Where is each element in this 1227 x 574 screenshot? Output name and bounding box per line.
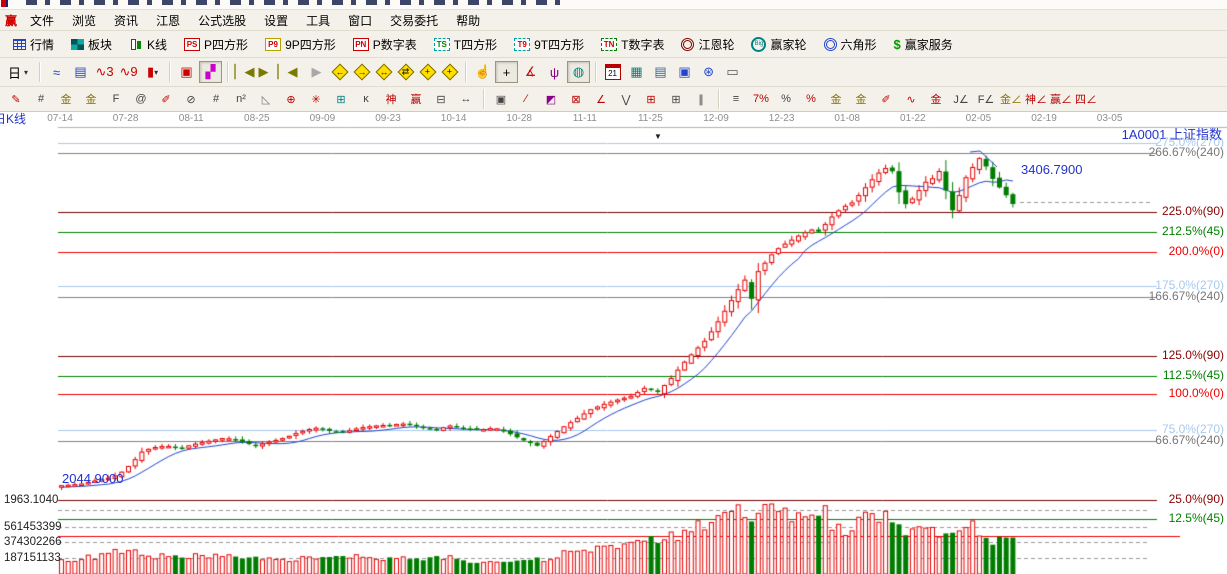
date-tick: 03-05 [1097,113,1123,124]
date-tick: 11-25 [638,113,663,124]
gann-level-label: 125.0%(90) [1162,349,1224,362]
date-tick: 01-22 [900,113,926,124]
gann-level-label: 200.0%(0) [1169,245,1224,258]
scale-value-label: 1963.1040 [4,494,58,507]
scale-value-label: 561453399 [4,521,62,534]
top-marker-icon: ▼ [654,133,662,142]
date-tick: 07-28 [113,113,139,124]
high-price-annotation: 3406.7900 [1021,163,1082,177]
date-tick: 10-28 [506,113,532,124]
gann-level-label: 112.5%(45) [1163,369,1224,382]
scale-value-label: 374302266 [4,536,62,549]
date-tick: 12-09 [703,113,729,124]
date-tick: 08-25 [244,113,270,124]
date-tick: 11-11 [573,113,597,124]
date-tick: 07-14 [47,113,73,124]
gann-level-label: 166.67%(240) [1149,290,1224,303]
start-price-annotation: 2044.9000 [62,472,123,486]
scale-value-label: 187151133 [4,552,61,565]
gann-level-label: 266.67%(240) [1149,146,1224,159]
date-tick: 02-19 [1031,113,1057,124]
gann-level-label: 25.0%(90) [1169,493,1224,506]
date-tick: 12-23 [769,113,795,124]
gann-level-label: 66.67%(240) [1155,434,1224,447]
kline-canvas[interactable] [0,0,1227,574]
period-label: 日K线 [0,113,26,126]
date-tick: 08-11 [179,113,204,124]
date-tick: 09-09 [310,113,336,124]
gann-level-label: 225.0%(90) [1162,205,1224,218]
date-tick: 09-23 [375,113,401,124]
app-window: 赢 文件浏览资讯江恩公式选股设置工具窗口交易委托帮助 行情板块K线PSP四方形P… [0,0,1227,574]
date-tick: 02-05 [966,113,992,124]
gann-level-label: 12.5%(45) [1169,512,1224,525]
gann-level-label: 100.0%(0) [1169,387,1224,400]
date-tick: 01-08 [834,113,860,124]
gann-level-label: 212.5%(45) [1162,225,1224,238]
date-tick: 10-14 [441,113,467,124]
